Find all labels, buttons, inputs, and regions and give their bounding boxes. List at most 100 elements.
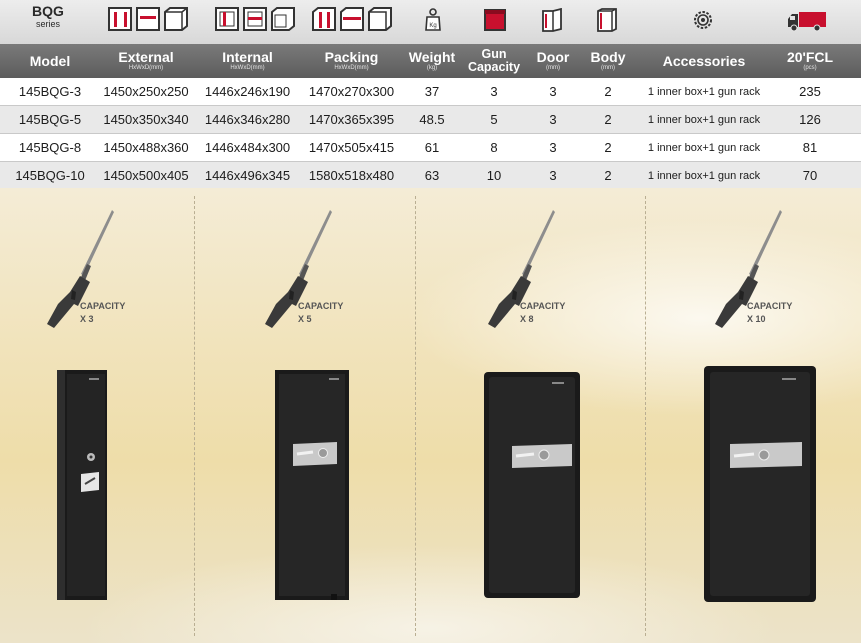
capacity-label-text: CAPACITY bbox=[298, 301, 344, 311]
column-divider bbox=[645, 196, 646, 636]
header-internal-unit: HxWxD(mm) bbox=[230, 65, 265, 71]
header-weight-title: Weight bbox=[408, 49, 456, 65]
container-truck-icon bbox=[788, 12, 826, 32]
header-fcl: 20'FCL (pcs) bbox=[775, 44, 845, 78]
header-external: External HxWxD(mm) bbox=[100, 44, 192, 78]
cell-fcl: 81 bbox=[802, 140, 818, 155]
cell-external: 1450x350x340 bbox=[103, 112, 189, 127]
header-external-unit: HxWxD(mm) bbox=[128, 65, 164, 71]
column-divider bbox=[415, 196, 416, 636]
capacity-count-text: X 10 bbox=[747, 314, 766, 324]
gun-capacity-icon bbox=[484, 9, 506, 31]
box-dimensions-icon bbox=[108, 7, 188, 31]
cell-model: 145BQG-5 bbox=[18, 112, 82, 127]
capacity-label-text: CAPACITY bbox=[520, 301, 566, 311]
header-weight-unit: (kg) bbox=[426, 65, 438, 71]
cell-body: 2 bbox=[604, 84, 612, 99]
cell-gun-capacity: 10 bbox=[486, 168, 502, 183]
cell-door: 3 bbox=[549, 140, 557, 155]
package-dimensions-icon bbox=[312, 7, 392, 31]
header-fcl-unit: (pcs) bbox=[803, 65, 817, 71]
header-accessories-title: Accessories bbox=[662, 53, 746, 69]
capacity-count-text: X 8 bbox=[520, 314, 534, 324]
cell-body: 2 bbox=[604, 168, 612, 183]
header-packing-title: Packing bbox=[324, 49, 379, 65]
gun-safe-3 bbox=[57, 370, 107, 600]
box-interior-dimensions-icon bbox=[215, 7, 295, 31]
product-showcase: CAPACITY X 3 CAPACITY X 5 CAPACITY X 8 C… bbox=[0, 188, 861, 643]
cell-door: 3 bbox=[549, 84, 557, 99]
header-model-title: Model bbox=[29, 53, 71, 69]
cell-door: 3 bbox=[549, 168, 557, 183]
table-row: 145BQG-10 1450x500x405 1446x496x345 1580… bbox=[0, 162, 861, 190]
cell-accessories: 1 inner box+1 gun rack bbox=[647, 113, 761, 126]
series-label: series bbox=[35, 19, 60, 29]
cell-packing: 1470x505x415 bbox=[308, 140, 395, 155]
cell-door: 3 bbox=[549, 112, 557, 127]
capacity-label-text: CAPACITY bbox=[80, 301, 126, 311]
header-door: Door (mm) bbox=[527, 44, 579, 78]
capacity-label: CAPACITY X 10 bbox=[747, 300, 792, 326]
header-capacity-title: Capacity bbox=[467, 60, 521, 74]
icon-bar: BQG series Kg bbox=[0, 0, 861, 44]
header-internal: Internal HxWxD(mm) bbox=[200, 44, 295, 78]
series-name: BQG bbox=[32, 3, 64, 19]
cell-external: 1450x488x360 bbox=[103, 140, 189, 155]
gun-safe-5 bbox=[275, 370, 349, 600]
cell-packing: 1580x518x480 bbox=[308, 168, 395, 183]
table-header-row: Model External HxWxD(mm) Internal HxWxD(… bbox=[0, 44, 861, 78]
header-accessories: Accessories bbox=[640, 44, 768, 78]
header-door-title: Door bbox=[536, 49, 570, 65]
cell-weight: 61 bbox=[424, 140, 440, 155]
column-divider bbox=[194, 196, 195, 636]
header-fcl-title: 20'FCL bbox=[786, 49, 834, 65]
cell-model: 145BQG-8 bbox=[18, 140, 82, 155]
gun-safe-8 bbox=[484, 372, 580, 598]
cell-weight: 37 bbox=[424, 84, 440, 99]
door-thickness-icon bbox=[542, 8, 562, 32]
capacity-count-text: X 5 bbox=[298, 314, 312, 324]
gun-safe-10 bbox=[704, 366, 816, 602]
cell-packing: 1470x365x395 bbox=[308, 112, 395, 127]
header-external-title: External bbox=[118, 49, 174, 65]
cell-accessories: 1 inner box+1 gun rack bbox=[647, 141, 761, 154]
weight-icon: Kg bbox=[425, 8, 441, 31]
header-packing-unit: HxWxD(mm) bbox=[334, 65, 369, 71]
cell-weight: 63 bbox=[424, 168, 440, 183]
header-internal-title: Internal bbox=[222, 49, 273, 65]
header-model: Model bbox=[0, 44, 100, 78]
cell-fcl: 126 bbox=[799, 112, 821, 127]
capacity-label: CAPACITY X 5 bbox=[298, 300, 343, 326]
header-packing: Packing HxWxD(mm) bbox=[304, 44, 399, 78]
capacity-label-text: CAPACITY bbox=[747, 301, 793, 311]
cell-fcl: 235 bbox=[799, 84, 821, 99]
cell-gun-capacity: 3 bbox=[490, 84, 498, 99]
cell-gun-capacity: 5 bbox=[490, 112, 498, 127]
cell-fcl: 70 bbox=[802, 168, 818, 183]
header-body: Body (mm) bbox=[582, 44, 634, 78]
series-badge: BQG series bbox=[26, 3, 70, 30]
body-thickness-icon bbox=[597, 8, 617, 32]
product-spec-sheet: BQG series Kg Model External HxWxD(mm) I… bbox=[0, 0, 861, 643]
header-body-unit: (mm) bbox=[601, 65, 615, 71]
cell-external: 1450x250x250 bbox=[103, 84, 189, 99]
svg-text:Kg: Kg bbox=[429, 23, 436, 29]
cell-internal: 1446x346x280 bbox=[204, 112, 291, 127]
cell-internal: 1446x484x300 bbox=[204, 140, 291, 155]
cell-accessories: 1 inner box+1 gun rack bbox=[647, 169, 761, 182]
header-gun-capacity: Gun Capacity bbox=[463, 44, 525, 78]
cell-accessories: 1 inner box+1 gun rack bbox=[647, 85, 761, 98]
cell-body: 2 bbox=[604, 140, 612, 155]
cell-packing: 1470x270x300 bbox=[308, 84, 395, 99]
capacity-label: CAPACITY X 8 bbox=[520, 300, 565, 326]
table-row: 145BQG-8 1450x488x360 1446x484x300 1470x… bbox=[0, 134, 861, 162]
cell-body: 2 bbox=[604, 112, 612, 127]
table-row: 145BQG-5 1450x350x340 1446x346x280 1470x… bbox=[0, 106, 861, 134]
header-door-unit: (mm) bbox=[546, 65, 560, 71]
cell-internal: 1446x246x190 bbox=[204, 84, 291, 99]
cell-model: 145BQG-10 bbox=[15, 168, 85, 183]
header-weight: Weight (kg) bbox=[403, 44, 461, 78]
cell-weight: 48.5 bbox=[419, 112, 445, 127]
cell-model: 145BQG-3 bbox=[18, 84, 82, 99]
cell-gun-capacity: 8 bbox=[490, 140, 498, 155]
